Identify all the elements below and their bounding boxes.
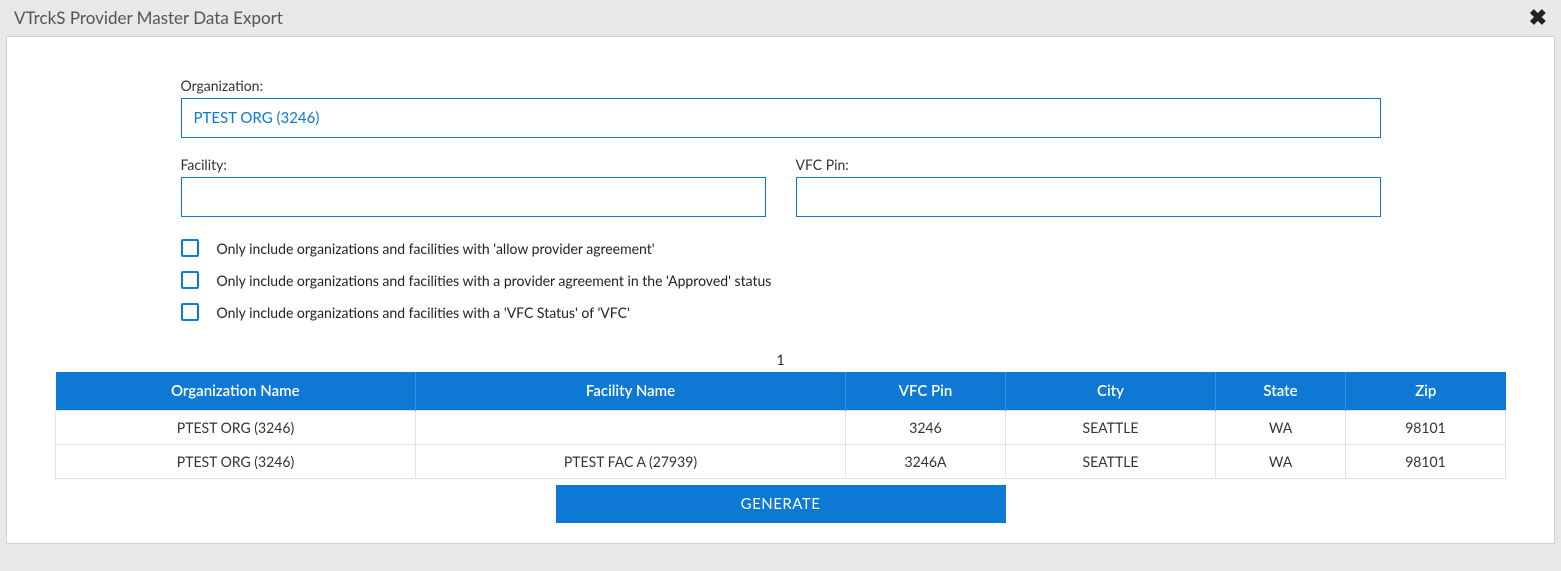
checkbox-vfc-status[interactable] (181, 303, 199, 321)
th-zip[interactable]: Zip (1346, 372, 1506, 411)
cell-org: PTEST ORG (3246) (56, 411, 416, 445)
pager-current-page: 1 (55, 351, 1506, 368)
checkbox-label: Only include organizations and facilitie… (217, 240, 655, 257)
cell-zip: 98101 (1346, 411, 1506, 445)
vfcpin-input[interactable] (796, 177, 1381, 217)
organization-input[interactable] (181, 98, 1381, 138)
check-vfc-status: Only include organizations and facilitie… (181, 303, 1381, 321)
cell-city: SEATTLE (1006, 411, 1216, 445)
checkbox-approved-status[interactable] (181, 271, 199, 289)
cell-city: SEATTLE (1006, 445, 1216, 479)
facility-field-group: Facility: (181, 156, 766, 217)
th-city[interactable]: City (1006, 372, 1216, 411)
cell-zip: 98101 (1346, 445, 1506, 479)
results-table: Organization Name Facility Name VFC Pin … (55, 372, 1506, 479)
close-icon[interactable]: ✖ (1529, 6, 1547, 28)
cell-fac (416, 411, 846, 445)
th-organization-name[interactable]: Organization Name (56, 372, 416, 411)
check-approved-status: Only include organizations and facilitie… (181, 271, 1381, 289)
facility-input[interactable] (181, 177, 766, 217)
table-row[interactable]: PTEST ORG (3246) 3246 SEATTLE WA 98101 (56, 411, 1506, 445)
table-header-row: Organization Name Facility Name VFC Pin … (56, 372, 1506, 411)
organization-label: Organization: (181, 77, 1381, 94)
search-form: Organization: Facility: VFC Pin: Only in… (181, 77, 1381, 321)
cell-org: PTEST ORG (3246) (56, 445, 416, 479)
vfcpin-label: VFC Pin: (796, 156, 1381, 173)
checkbox-label: Only include organizations and facilitie… (217, 304, 630, 321)
cell-state: WA (1216, 411, 1346, 445)
vfcpin-field-group: VFC Pin: (796, 156, 1381, 217)
table-row[interactable]: PTEST ORG (3246) PTEST FAC A (27939) 324… (56, 445, 1506, 479)
cell-fac: PTEST FAC A (27939) (416, 445, 846, 479)
dialog-body: Organization: Facility: VFC Pin: Only in… (6, 36, 1555, 544)
th-vfc-pin[interactable]: VFC Pin (846, 372, 1006, 411)
dialog-titlebar: VTrckS Provider Master Data Export ✖ (0, 0, 1561, 36)
check-allow-provider-agreement: Only include organizations and facilitie… (181, 239, 1381, 257)
checkbox-label: Only include organizations and facilitie… (217, 272, 772, 289)
cell-pin: 3246 (846, 411, 1006, 445)
cell-state: WA (1216, 445, 1346, 479)
generate-button[interactable]: GENERATE (556, 485, 1006, 523)
organization-field-group: Organization: (181, 77, 1381, 138)
dialog-vtrcks-export: VTrckS Provider Master Data Export ✖ Org… (0, 0, 1561, 544)
facility-label: Facility: (181, 156, 766, 173)
th-facility-name[interactable]: Facility Name (416, 372, 846, 411)
checkbox-allow-provider-agreement[interactable] (181, 239, 199, 257)
cell-pin: 3246A (846, 445, 1006, 479)
dialog-title: VTrckS Provider Master Data Export (14, 7, 283, 28)
th-state[interactable]: State (1216, 372, 1346, 411)
